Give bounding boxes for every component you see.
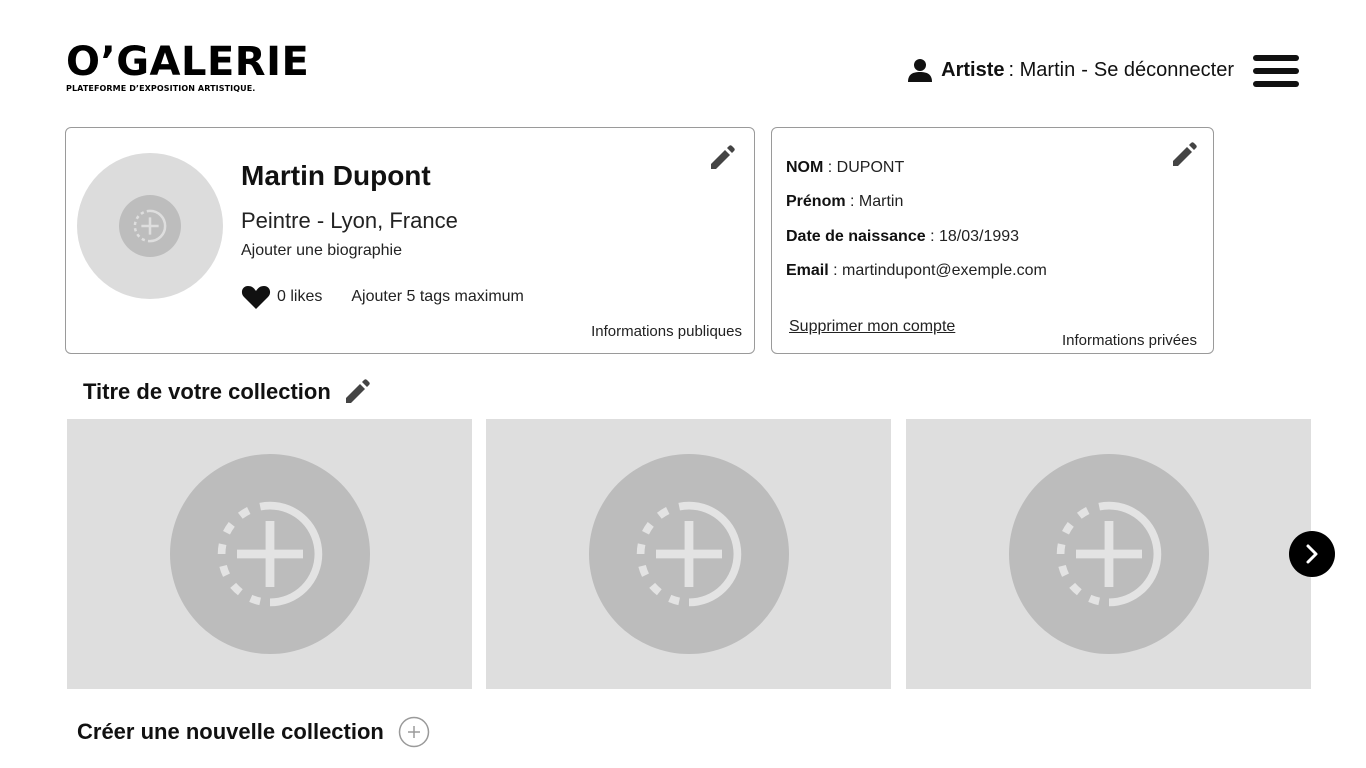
private-fields: NOM : DUPONT Prénom : Martin Date de nai… [786, 159, 1047, 296]
next-arrow-button[interactable] [1289, 531, 1335, 577]
heart-icon [241, 286, 271, 309]
create-collection-label: Créer une nouvelle collection [77, 719, 384, 744]
logo-subtitle: PLATEFORME D’EXPOSITION ARTISTIQUE. [66, 84, 256, 93]
artist-role-location: Peintre - Lyon, France [241, 208, 458, 233]
delete-account-link[interactable]: Supprimer mon compte [789, 318, 955, 336]
add-tags-link[interactable]: Ajouter 5 tags maximum [351, 288, 524, 306]
create-collection-button[interactable]: Créer une nouvelle collection [77, 716, 430, 748]
add-artwork-tile-3[interactable] [906, 419, 1311, 689]
field-date-naissance: Date de naissance : 18/03/1993 [786, 228, 1020, 245]
user-name: : Martin [1008, 58, 1076, 81]
add-artwork-icon [636, 501, 741, 607]
edit-collection-pencil-icon[interactable] [343, 378, 371, 406]
private-info-caption: Informations privées [1061, 332, 1197, 349]
add-artwork-tile-1[interactable] [67, 419, 472, 689]
hamburger-menu-icon[interactable] [1253, 55, 1299, 89]
collection-title: Titre de votre collection [83, 378, 371, 406]
logout-link[interactable]: Se déconnecter [1094, 59, 1234, 82]
public-info-card: Martin Dupont Peintre - Lyon, France Ajo… [65, 127, 755, 354]
user-bar: Artiste : Martin - Se déconnecter [907, 57, 1234, 83]
add-artwork-icon [1056, 501, 1161, 607]
user-role: Artiste [941, 58, 1005, 81]
field-email: Email : martindupont@exemple.com [786, 262, 1047, 279]
field-prenom: Prénom : Martin [786, 193, 904, 210]
likes-count: 0 likes [277, 288, 323, 305]
add-artwork-icon [217, 501, 322, 607]
edit-private-pencil-icon[interactable] [1170, 141, 1198, 169]
private-info-card: NOM : DUPONT Prénom : Martin Date de nai… [771, 127, 1214, 354]
public-info-caption: Informations publiques [591, 323, 742, 340]
collection-title-text: Titre de votre collection [83, 379, 331, 404]
add-photo-icon [133, 209, 167, 243]
logo[interactable]: O’GALERIE PLATEFORME D’EXPOSITION ARTIST… [66, 40, 309, 93]
edit-public-pencil-icon[interactable] [708, 144, 736, 172]
add-artwork-tile-2[interactable] [486, 419, 891, 689]
avatar-upload[interactable] [77, 153, 223, 299]
artist-name: Martin Dupont [241, 160, 431, 191]
field-nom: NOM : DUPONT [786, 159, 905, 176]
likes-row: 0 likes Ajouter 5 tags maximum [241, 284, 524, 310]
plus-circle-icon [398, 716, 430, 748]
add-biography-link[interactable]: Ajouter une biographie [241, 242, 402, 260]
logo-title: O’GALERIE [66, 39, 310, 85]
separator: - [1081, 58, 1088, 81]
chevron-right-icon [1306, 544, 1318, 564]
user-icon [908, 59, 933, 82]
